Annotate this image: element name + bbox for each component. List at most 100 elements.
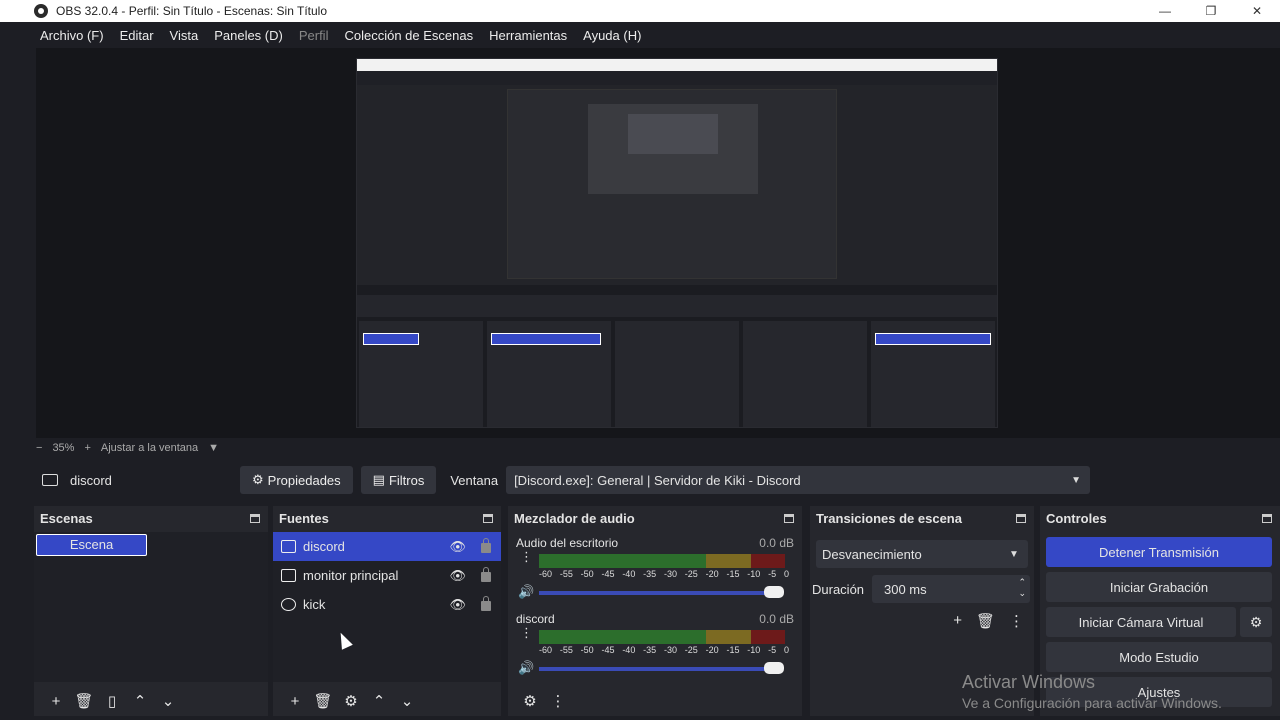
volume-meter (539, 630, 785, 644)
volume-slider-handle[interactable] (764, 586, 784, 598)
preview-capture-image (356, 58, 998, 428)
scenes-dock: Escenas Escena + 🗑 ▯ ⌃ ⌄ (34, 506, 268, 716)
volume-slider[interactable] (539, 591, 779, 595)
source-item-kick[interactable]: kick 👁 (273, 590, 501, 619)
source-name: kick (303, 597, 326, 612)
mixer-settings-button[interactable]: ⚙ (516, 692, 544, 710)
duration-value: 300 ms (884, 581, 927, 597)
start-virtual-camera-button[interactable]: Iniciar Cámara Virtual (1046, 607, 1236, 637)
add-transition-button[interactable]: + (953, 612, 962, 630)
add-scene-button[interactable]: + (42, 693, 70, 710)
move-down-button[interactable]: ⌄ (393, 692, 421, 710)
chevron-up-icon[interactable]: ⌃ (1018, 577, 1026, 587)
title-bar: OBS 32.0.4 - Perfil: Sin Título - Escena… (0, 0, 1280, 22)
browser-icon (281, 598, 296, 611)
remove-transition-button[interactable]: 🗑 (976, 612, 995, 630)
transition-more-button[interactable]: ⋮ (1009, 612, 1024, 630)
preview-canvas[interactable] (36, 48, 1280, 438)
scene-filters-button[interactable]: ▯ (98, 692, 126, 710)
scene-item[interactable]: Escena (36, 534, 147, 556)
close-button[interactable]: ✕ (1234, 0, 1280, 22)
volume-meter (539, 554, 785, 568)
properties-button[interactable]: ⚙ Propiedades (240, 466, 353, 494)
lock-icon[interactable] (481, 538, 491, 553)
maximize-button[interactable]: ❐ (1188, 0, 1234, 22)
transition-tools: + 🗑 ⋮ (953, 612, 1024, 630)
add-source-button[interactable]: + (281, 693, 309, 710)
transition-select[interactable]: Desvanecimiento ▼ (816, 540, 1028, 568)
menu-perfil[interactable]: Perfil (291, 28, 337, 43)
gear-icon: ⚙ (1249, 613, 1263, 630)
zoom-value: 35% (52, 442, 75, 454)
menu-archivo[interactable]: Archivo (F) (32, 28, 112, 43)
eye-icon[interactable]: 👁 (449, 568, 466, 584)
speaker-icon[interactable]: 🔊 (518, 660, 534, 676)
virtual-camera-settings-button[interactable]: ⚙ (1240, 607, 1272, 637)
volume-slider-handle[interactable] (764, 662, 784, 674)
source-item-discord[interactable]: discord 👁 (273, 532, 501, 561)
more-icon[interactable]: ⋮ (520, 626, 533, 639)
lock-icon[interactable] (481, 596, 491, 611)
channel-name: Audio del escritorio (516, 536, 619, 550)
context-source-name: discord (70, 472, 112, 488)
undock-icon[interactable] (784, 513, 794, 523)
remove-scene-button[interactable]: 🗑 (70, 692, 98, 710)
window-capture-icon (281, 540, 296, 553)
undock-icon[interactable] (1262, 513, 1272, 523)
meter-scale: -60 -55 -50 -45 -40 -35 -30 -25 -20 -15 -10 -5 0 (539, 569, 789, 579)
sources-toolbar: + 🗑 ⚙ ⌃ ⌄ (273, 686, 501, 716)
undock-icon[interactable] (483, 513, 493, 523)
channel-db: 0.0 dB (759, 612, 794, 626)
menu-paneles[interactable]: Paneles (D) (206, 28, 291, 43)
spin-arrows[interactable]: ⌃ ⌄ (1018, 577, 1026, 599)
filters-button[interactable]: ▤ Filtros (360, 466, 437, 494)
context-source: discord (36, 473, 240, 488)
zoom-fit-label[interactable]: Ajustar a la ventana (101, 442, 198, 454)
lock-icon[interactable] (481, 567, 491, 582)
menu-editar[interactable]: Editar (112, 28, 162, 43)
sources-header: Fuentes (273, 506, 501, 530)
more-icon[interactable]: ⋮ (520, 550, 533, 563)
menu-coleccion-escenas[interactable]: Colección de Escenas (336, 28, 481, 43)
zoom-out-button[interactable]: − (36, 442, 42, 454)
window-controls: — ❐ ✕ (1142, 0, 1280, 22)
source-name: discord (303, 539, 345, 554)
zoom-bar: − 35% + Ajustar a la ventana ▼ (36, 438, 1280, 458)
remove-source-button[interactable]: 🗑 (309, 692, 337, 710)
volume-slider[interactable] (539, 667, 779, 671)
undock-icon[interactable] (1016, 513, 1026, 523)
menu-ayuda[interactable]: Ayuda (H) (575, 28, 649, 43)
move-up-button[interactable]: ⌃ (126, 692, 154, 710)
source-item-monitor[interactable]: monitor principal 👁 (273, 561, 501, 590)
chevron-down-icon: ▼ (1071, 474, 1082, 486)
zoom-in-button[interactable]: + (84, 442, 90, 454)
source-properties-button[interactable]: ⚙ (337, 692, 365, 710)
duration-label: Duración (812, 581, 865, 597)
menu-herramientas[interactable]: Herramientas (481, 28, 575, 43)
scenes-title: Escenas (40, 510, 93, 526)
mixer-more-button[interactable]: ⋮ (544, 692, 572, 710)
speaker-icon[interactable]: 🔊 (518, 584, 534, 600)
undock-icon[interactable] (250, 513, 260, 523)
chevron-down-icon[interactable]: ⌄ (1018, 588, 1026, 598)
gear-icon: ⚙ (252, 472, 264, 487)
move-down-button[interactable]: ⌄ (154, 692, 182, 710)
chevron-down-icon[interactable]: ▼ (208, 442, 219, 454)
eye-icon[interactable]: 👁 (449, 597, 466, 613)
duration-input[interactable]: 300 ms ⌃ ⌄ (872, 575, 1030, 603)
chevron-down-icon: ▼ (1009, 548, 1019, 560)
eye-icon[interactable]: 👁 (449, 539, 466, 555)
minimize-button[interactable]: — (1142, 0, 1188, 22)
studio-mode-button[interactable]: Modo Estudio (1046, 642, 1272, 672)
transitions-title: Transiciones de escena (816, 510, 962, 526)
monitor-icon (281, 569, 296, 582)
mixer-header: Mezclador de audio (508, 506, 802, 530)
watermark-title: Activar Windows (962, 672, 1096, 692)
start-recording-button[interactable]: Iniciar Grabación (1046, 572, 1272, 602)
menu-vista[interactable]: Vista (162, 28, 207, 43)
move-up-button[interactable]: ⌃ (365, 692, 393, 710)
mixer-channels: Audio del escritorio 0.0 dB ⋮ -60 -55 -50-… (508, 532, 802, 682)
stop-stream-button[interactable]: Detener Transmisión (1046, 537, 1272, 567)
window-select[interactable]: [Discord.exe]: General | Servidor de Kik… (506, 466, 1091, 494)
meter-scale: -60 -55 -50 -45 -40 -35 -30 -25 -20 -15 -10 -5 0 (539, 645, 789, 655)
